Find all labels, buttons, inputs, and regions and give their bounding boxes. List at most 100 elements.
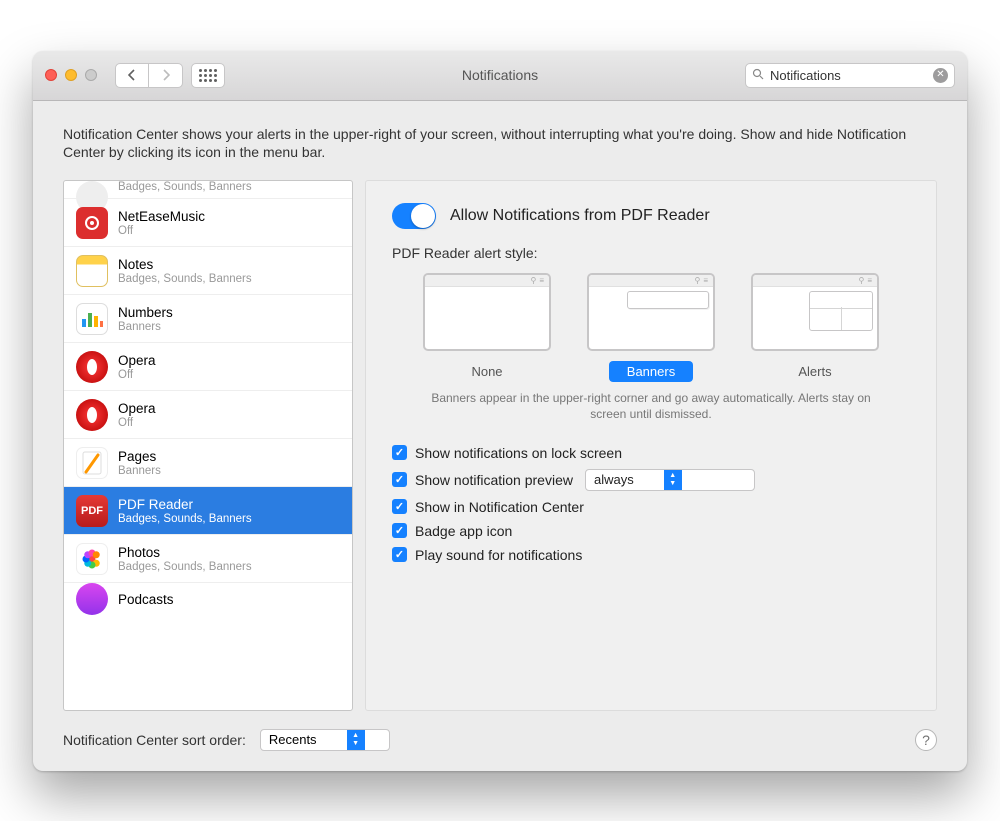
traffic-lights: [45, 69, 97, 81]
app-sub: Off: [118, 225, 205, 237]
style-banners[interactable]: ⚲≡ Banners: [587, 273, 715, 382]
style-label-none: None: [453, 361, 520, 382]
app-name: Numbers: [118, 305, 173, 320]
list-item[interactable]: NotesBadges, Sounds, Banners: [64, 247, 352, 295]
check-preview[interactable]: ✓ Show notification preview always ▲▼: [392, 469, 910, 491]
preferences-window: Notifications Notifications ✕ Notificati…: [33, 51, 967, 771]
check-label: Show notification preview: [415, 472, 573, 488]
app-name: PDF Reader: [118, 497, 252, 512]
style-thumb-alerts: ⚲≡: [751, 273, 879, 351]
list-item[interactable]: Badges, Sounds, Banners: [64, 181, 352, 199]
titlebar: Notifications Notifications ✕: [33, 51, 967, 101]
list-item[interactable]: OperaOff: [64, 391, 352, 439]
chevron-left-icon: [128, 69, 136, 81]
app-name: Podcasts: [118, 592, 174, 607]
check-label: Show in Notification Center: [415, 499, 584, 515]
app-icon: [76, 351, 108, 383]
app-sub: Banners: [118, 465, 161, 477]
checkbox-icon: ✓: [392, 472, 407, 487]
select-value: always: [594, 472, 664, 487]
content: Notification Center shows your alerts in…: [33, 101, 967, 771]
style-label-alerts: Alerts: [780, 361, 849, 382]
style-thumb-none: ⚲≡: [423, 273, 551, 351]
panes: Badges, Sounds, Banners NetEaseMusicOffN…: [63, 180, 937, 710]
style-none[interactable]: ⚲≡ None: [423, 273, 551, 382]
back-button[interactable]: [115, 63, 149, 88]
app-sub: Banners: [118, 321, 173, 333]
list-item[interactable]: PDF PDF ReaderBadges, Sounds, Banners: [64, 487, 352, 535]
app-sub: Off: [118, 369, 156, 381]
preview-select[interactable]: always ▲▼: [585, 469, 755, 491]
intro-text: Notification Center shows your alerts in…: [63, 125, 937, 163]
app-icon: [76, 447, 108, 479]
check-label: Badge app icon: [415, 523, 512, 539]
app-name: Pages: [118, 449, 161, 464]
window-title: Notifications: [462, 67, 538, 83]
app-name: Photos: [118, 545, 252, 560]
checkbox-icon: ✓: [392, 499, 407, 514]
allow-toggle[interactable]: [392, 203, 436, 229]
checks: ✓ Show notifications on lock screen ✓ Sh…: [392, 445, 910, 563]
chevron-right-icon: [162, 69, 170, 81]
app-name: Notes: [118, 257, 252, 272]
check-label: Play sound for notifications: [415, 547, 582, 563]
forward-button: [149, 63, 183, 88]
app-icon: [76, 207, 108, 239]
check-sound[interactable]: ✓ Play sound for notifications: [392, 547, 910, 563]
style-label-banners: Banners: [609, 361, 693, 382]
allow-row: Allow Notifications from PDF Reader: [392, 203, 910, 229]
list-item[interactable]: NumbersBanners: [64, 295, 352, 343]
style-alerts[interactable]: ⚲≡ Alerts: [751, 273, 879, 382]
close-button[interactable]: [45, 69, 57, 81]
app-icon: [76, 583, 108, 615]
app-icon: [76, 399, 108, 431]
checkbox-icon: ✓: [392, 523, 407, 538]
stepper-icon: ▲▼: [664, 470, 682, 490]
bottom-row: Notification Center sort order: Recents …: [63, 729, 937, 751]
app-name: Opera: [118, 401, 156, 416]
list-item[interactable]: OperaOff: [64, 343, 352, 391]
check-badge[interactable]: ✓ Badge app icon: [392, 523, 910, 539]
detail-pane: Allow Notifications from PDF Reader PDF …: [365, 180, 937, 710]
help-button[interactable]: ?: [915, 729, 937, 751]
style-desc: Banners appear in the upper-right corner…: [422, 390, 880, 422]
search-value: Notifications: [770, 68, 927, 83]
style-label: PDF Reader alert style:: [392, 245, 910, 261]
app-sub: Off: [118, 417, 156, 429]
checkbox-icon: ✓: [392, 445, 407, 460]
app-name: NetEaseMusic: [118, 209, 205, 224]
checkbox-icon: ✓: [392, 547, 407, 562]
minimize-button[interactable]: [65, 69, 77, 81]
app-icon: PDF: [76, 495, 108, 527]
list-item[interactable]: PhotosBadges, Sounds, Banners: [64, 535, 352, 583]
app-icon: [76, 303, 108, 335]
check-label: Show notifications on lock screen: [415, 445, 622, 461]
app-sub: Badges, Sounds, Banners: [118, 181, 252, 193]
sort-label: Notification Center sort order:: [63, 732, 246, 748]
list-item[interactable]: NetEaseMusicOff: [64, 199, 352, 247]
app-sub: Badges, Sounds, Banners: [118, 273, 252, 285]
app-icon: [76, 543, 108, 575]
show-all-button[interactable]: [191, 63, 225, 88]
app-sub: Badges, Sounds, Banners: [118, 561, 252, 573]
search-field[interactable]: Notifications ✕: [745, 63, 955, 88]
style-thumb-banners: ⚲≡: [587, 273, 715, 351]
list-item[interactable]: Podcasts: [64, 583, 352, 615]
zoom-button: [85, 69, 97, 81]
style-row: ⚲≡ None ⚲≡ Banners ⚲≡: [392, 273, 910, 382]
app-icon: [76, 255, 108, 287]
allow-label: Allow Notifications from PDF Reader: [450, 207, 710, 225]
select-value: Recents: [269, 732, 347, 747]
app-sub: Badges, Sounds, Banners: [118, 513, 252, 525]
app-list[interactable]: Badges, Sounds, Banners NetEaseMusicOffN…: [63, 180, 353, 710]
list-item[interactable]: PagesBanners: [64, 439, 352, 487]
sort-select[interactable]: Recents ▲▼: [260, 729, 390, 751]
clear-search-button[interactable]: ✕: [933, 68, 948, 83]
grid-icon: [199, 69, 217, 82]
search-icon: [752, 68, 764, 83]
stepper-icon: ▲▼: [347, 730, 365, 750]
check-lock[interactable]: ✓ Show notifications on lock screen: [392, 445, 910, 461]
check-center[interactable]: ✓ Show in Notification Center: [392, 499, 910, 515]
app-name: Opera: [118, 353, 156, 368]
nav-buttons: [115, 63, 183, 88]
